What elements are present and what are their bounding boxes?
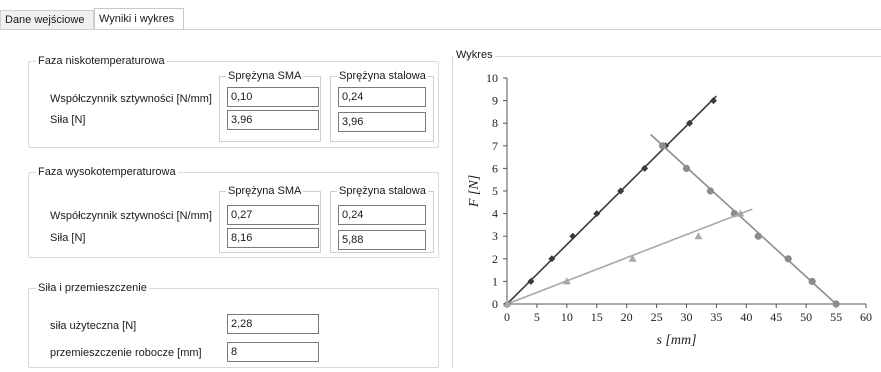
series-1-trendline bbox=[650, 133, 837, 305]
series-1-point bbox=[754, 232, 762, 240]
series-1-point bbox=[808, 277, 816, 285]
x-tick-label: 10 bbox=[561, 310, 573, 324]
force-displacement-chart: 0 5 10 15 20 25 30 35 40 45 50 55 60012345678910s [m… bbox=[467, 71, 872, 348]
y-tick-label: 0 bbox=[492, 297, 498, 311]
y-tick-label: 7 bbox=[492, 139, 498, 153]
series-2-point bbox=[562, 277, 571, 285]
y-tick-label: 10 bbox=[486, 71, 498, 85]
x-tick-label: 60 bbox=[860, 310, 872, 324]
x-tick-label: 30 bbox=[681, 310, 693, 324]
series-2-trendline bbox=[506, 208, 753, 305]
series-2-point bbox=[694, 232, 703, 240]
x-tick-label: 35 bbox=[710, 310, 722, 324]
y-tick-label: 5 bbox=[492, 184, 498, 198]
y-tick-label: 9 bbox=[492, 94, 498, 108]
x-tick-label: 50 bbox=[800, 310, 812, 324]
y-tick-label: 1 bbox=[492, 274, 498, 288]
y-tick-label: 4 bbox=[492, 207, 498, 221]
x-tick-label: 45 bbox=[770, 310, 782, 324]
series-1-point bbox=[832, 300, 840, 308]
series-0-point bbox=[709, 97, 717, 105]
y-tick-label: 2 bbox=[492, 252, 498, 266]
series-0-point bbox=[593, 210, 601, 218]
x-tick-label: 40 bbox=[740, 310, 752, 324]
y-axis-label: F [N] bbox=[467, 175, 482, 208]
series-1-point bbox=[784, 255, 792, 263]
series-0-point bbox=[527, 277, 535, 285]
x-axis-label: s [mm] bbox=[656, 333, 696, 348]
series-1-point bbox=[658, 142, 667, 150]
x-tick-label: 15 bbox=[591, 310, 603, 324]
y-tick-label: 6 bbox=[492, 161, 498, 175]
x-tick-label: 20 bbox=[621, 310, 633, 324]
x-tick-label: 5 bbox=[534, 310, 540, 324]
x-tick-label: 0 bbox=[504, 310, 510, 324]
series-1-point bbox=[706, 187, 715, 195]
series-0-point bbox=[569, 232, 577, 240]
series-0-trendline bbox=[506, 95, 717, 305]
y-tick-label: 3 bbox=[492, 229, 498, 243]
x-tick-label: 25 bbox=[651, 310, 663, 324]
y-tick-label: 8 bbox=[492, 116, 498, 130]
series-1-point bbox=[682, 164, 691, 172]
x-tick-label: 55 bbox=[830, 310, 842, 324]
